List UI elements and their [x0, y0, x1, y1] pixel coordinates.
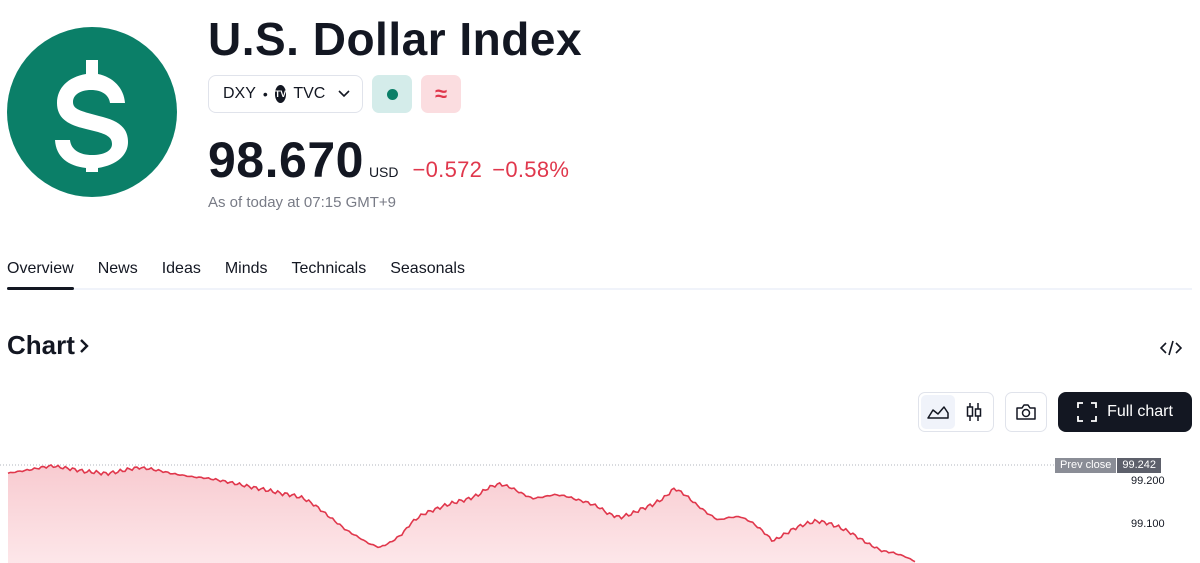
price-chart[interactable] [0, 440, 1200, 563]
tab-minds[interactable]: Minds [225, 256, 268, 288]
snapshot-group [1005, 392, 1047, 432]
last-price: 98.670 [208, 132, 364, 188]
full-chart-label: Full chart [1107, 403, 1173, 420]
prev-close-value: 99.242 [1117, 458, 1162, 473]
fullscreen-icon [1077, 402, 1097, 422]
separator-dot: • [262, 86, 268, 102]
candlestick-chart-button[interactable] [957, 395, 991, 429]
chart-section-title: Chart [7, 330, 75, 360]
price-change-percent: −0.58% [492, 157, 570, 182]
chart-type-toggle [918, 392, 994, 432]
tab-seasonals[interactable]: Seasonals [390, 256, 465, 288]
market-open-status-button[interactable] [372, 75, 412, 113]
symbol-overview-page: U.S. Dollar Index DXY • TV TVC ≈ 98.670 … [0, 0, 1200, 563]
price-row: 98.670 USD −0.572 −0.58% [208, 132, 569, 188]
camera-icon [1016, 404, 1036, 420]
embed-code-icon[interactable] [1160, 338, 1182, 358]
dollar-sign-glyph [55, 60, 128, 172]
page-title: U.S. Dollar Index [208, 13, 583, 65]
delayed-data-button[interactable]: ≈ [421, 75, 461, 113]
area-chart-button[interactable] [921, 395, 955, 429]
exchange-label: TVC [293, 85, 326, 102]
chart-section-link[interactable]: Chart [7, 330, 90, 361]
area-chart-icon [927, 406, 949, 419]
y-axis-tick-label: 99.200 [1131, 475, 1165, 487]
market-open-dot-icon [386, 88, 398, 100]
y-axis-tick-label: 99.100 [1131, 518, 1165, 530]
tab-ideas[interactable]: Ideas [162, 256, 201, 288]
candlestick-icon [966, 403, 982, 421]
as-of-timestamp: As of today at 07:15 GMT+9 [208, 194, 397, 211]
snapshot-button[interactable] [1009, 395, 1043, 429]
chevron-right-icon [80, 338, 89, 353]
symbol-selector[interactable]: DXY • TV TVC [208, 75, 363, 113]
tab-technicals[interactable]: Technicals [292, 256, 367, 288]
prev-close-label: Prev close [1055, 458, 1117, 473]
ticker-label: DXY [223, 85, 256, 102]
chevron-down-icon [338, 90, 350, 98]
prev-close-tag: Prev close 99.242 [1055, 458, 1162, 473]
price-chart-svg [0, 463, 1055, 563]
currency-label: USD [368, 164, 399, 180]
price-change: −0.572 [412, 157, 483, 182]
tab-overview[interactable]: Overview [7, 256, 74, 290]
tab-bar: Overview News Ideas Minds Technicals Sea… [7, 256, 1192, 290]
approximately-icon: ≈ [434, 81, 448, 106]
tab-news[interactable]: News [98, 256, 138, 288]
price-area-fill [8, 464, 915, 563]
exchange-logo-icon: TV [274, 85, 287, 103]
dollar-sign-icon [7, 27, 177, 197]
full-chart-button[interactable]: Full chart [1058, 392, 1192, 432]
